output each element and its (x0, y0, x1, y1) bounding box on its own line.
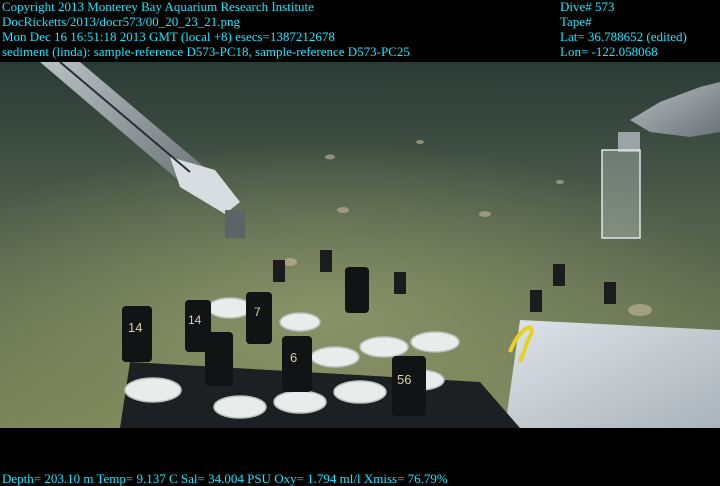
overlay-copyright: Copyright 2013 Monterey Bay Aquarium Res… (2, 0, 314, 14)
overlay-timestamp: Mon Dec 16 16:51:18 2013 GMT (local +8) … (2, 29, 335, 44)
seafloor-scene: 14 14 7 6 56 (0, 62, 720, 428)
svg-text:14: 14 (188, 313, 202, 327)
overlay-lat: Lat= 36.788652 (edited) (560, 29, 687, 44)
svg-text:14: 14 (128, 320, 142, 335)
core-tube-6: 6 (282, 336, 312, 392)
svg-text:56: 56 (397, 372, 411, 387)
core-tube-14: 14 (122, 306, 152, 362)
svg-text:7: 7 (254, 305, 261, 319)
screenshot-frame: Copyright 2013 Monterey Bay Aquarium Res… (0, 0, 720, 486)
overlay-dive: Dive# 573 (560, 0, 615, 14)
overlay-annotation: sediment (linda): sample-reference D573-… (2, 44, 410, 59)
core-tube-7: 7 (246, 292, 272, 344)
overlay-telemetry: Depth= 203.10 m Temp= 9.137 C Sal= 34.00… (2, 471, 448, 486)
sample-tray (505, 320, 720, 428)
overlay-filename: DocRicketts/2013/docr573/00_20_23_21.png (2, 14, 240, 29)
overlay-tape: Tape# (560, 14, 592, 29)
overlay-lon: Lon= -122.058068 (560, 44, 658, 59)
svg-text:6: 6 (290, 350, 297, 365)
core-tube-56: 56 (392, 356, 426, 416)
sediment-core-tube-icon (601, 149, 641, 239)
